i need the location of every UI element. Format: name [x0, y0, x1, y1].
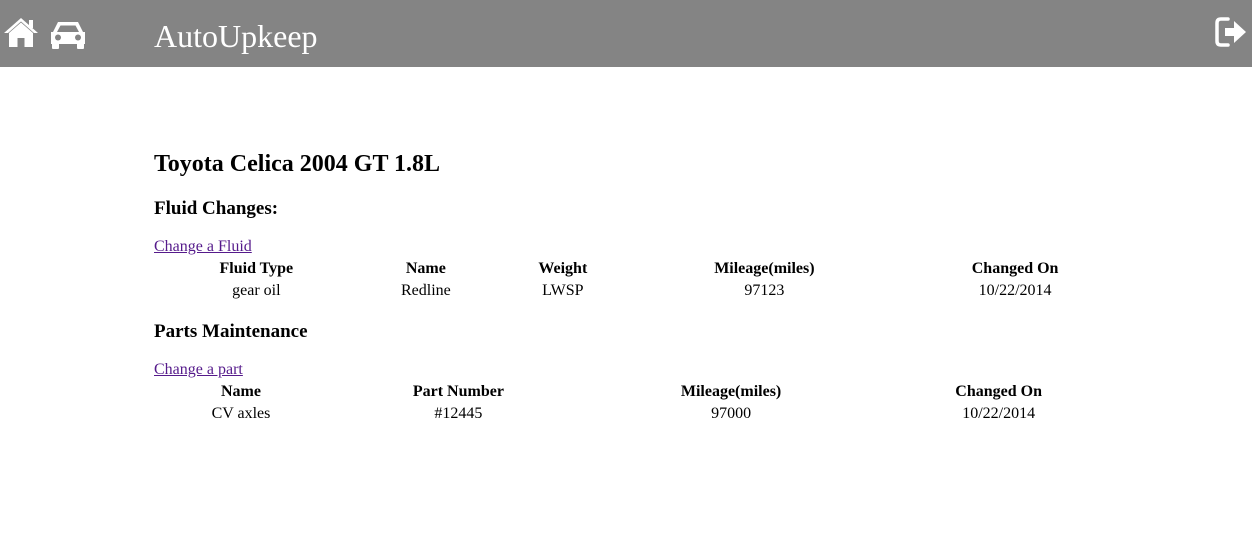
column-header-changed-on: Changed On: [971, 260, 1059, 277]
part-name-cell: CV axles: [211, 405, 271, 422]
fluid-type-cell: gear oil: [232, 282, 281, 299]
part-number-cell: #12445: [434, 405, 483, 422]
column-header-part-name: Name: [220, 383, 261, 400]
top-nav-bar: AutoUpkeep: [0, 0, 1252, 67]
change-part-link[interactable]: Change a part: [154, 361, 243, 379]
fluid-mileage-cell: 97123: [744, 282, 785, 299]
change-fluid-link[interactable]: Change a Fluid: [154, 238, 252, 256]
fluid-changed-on-cell: 10/22/2014: [978, 282, 1052, 299]
fluid-name-cell: Redline: [400, 282, 451, 299]
parts-maintenance-table: Name Part Number Mileage(miles) Changed …: [154, 381, 1124, 425]
column-header-part-changed-on: Changed On: [955, 383, 1042, 400]
logout-icon[interactable]: [1215, 17, 1248, 47]
column-header-mileage: Mileage(miles): [714, 260, 815, 277]
fluid-changes-heading: Fluid Changes:: [154, 198, 279, 219]
part-changed-on-cell: 10/22/2014: [962, 405, 1036, 422]
fluid-changes-table: Fluid Type Name Weight Mileage(miles) Ch…: [154, 258, 1134, 302]
home-icon[interactable]: [3, 16, 39, 48]
table-header-row: Fluid Type Name Weight Mileage(miles) Ch…: [154, 258, 1134, 280]
column-header-name: Name: [405, 260, 446, 277]
table-row: CV axles #12445 97000 10/22/2014: [154, 403, 1124, 425]
app-brand[interactable]: AutoUpkeep: [154, 17, 318, 55]
column-header-fluid-type: Fluid Type: [219, 260, 294, 277]
column-header-weight: Weight: [538, 260, 588, 277]
vehicle-title: Toyota Celica 2004 GT 1.8L: [154, 151, 441, 177]
parts-maintenance-heading: Parts Maintenance: [154, 321, 308, 342]
table-row: gear oil Redline LWSP 97123 10/22/2014: [154, 280, 1134, 302]
table-header-row: Name Part Number Mileage(miles) Changed …: [154, 381, 1124, 403]
car-icon[interactable]: [49, 18, 87, 50]
part-mileage-cell: 97000: [711, 405, 752, 422]
fluid-weight-cell: LWSP: [542, 282, 584, 299]
column-header-part-number: Part Number: [412, 383, 504, 400]
column-header-part-mileage: Mileage(miles): [680, 383, 782, 400]
